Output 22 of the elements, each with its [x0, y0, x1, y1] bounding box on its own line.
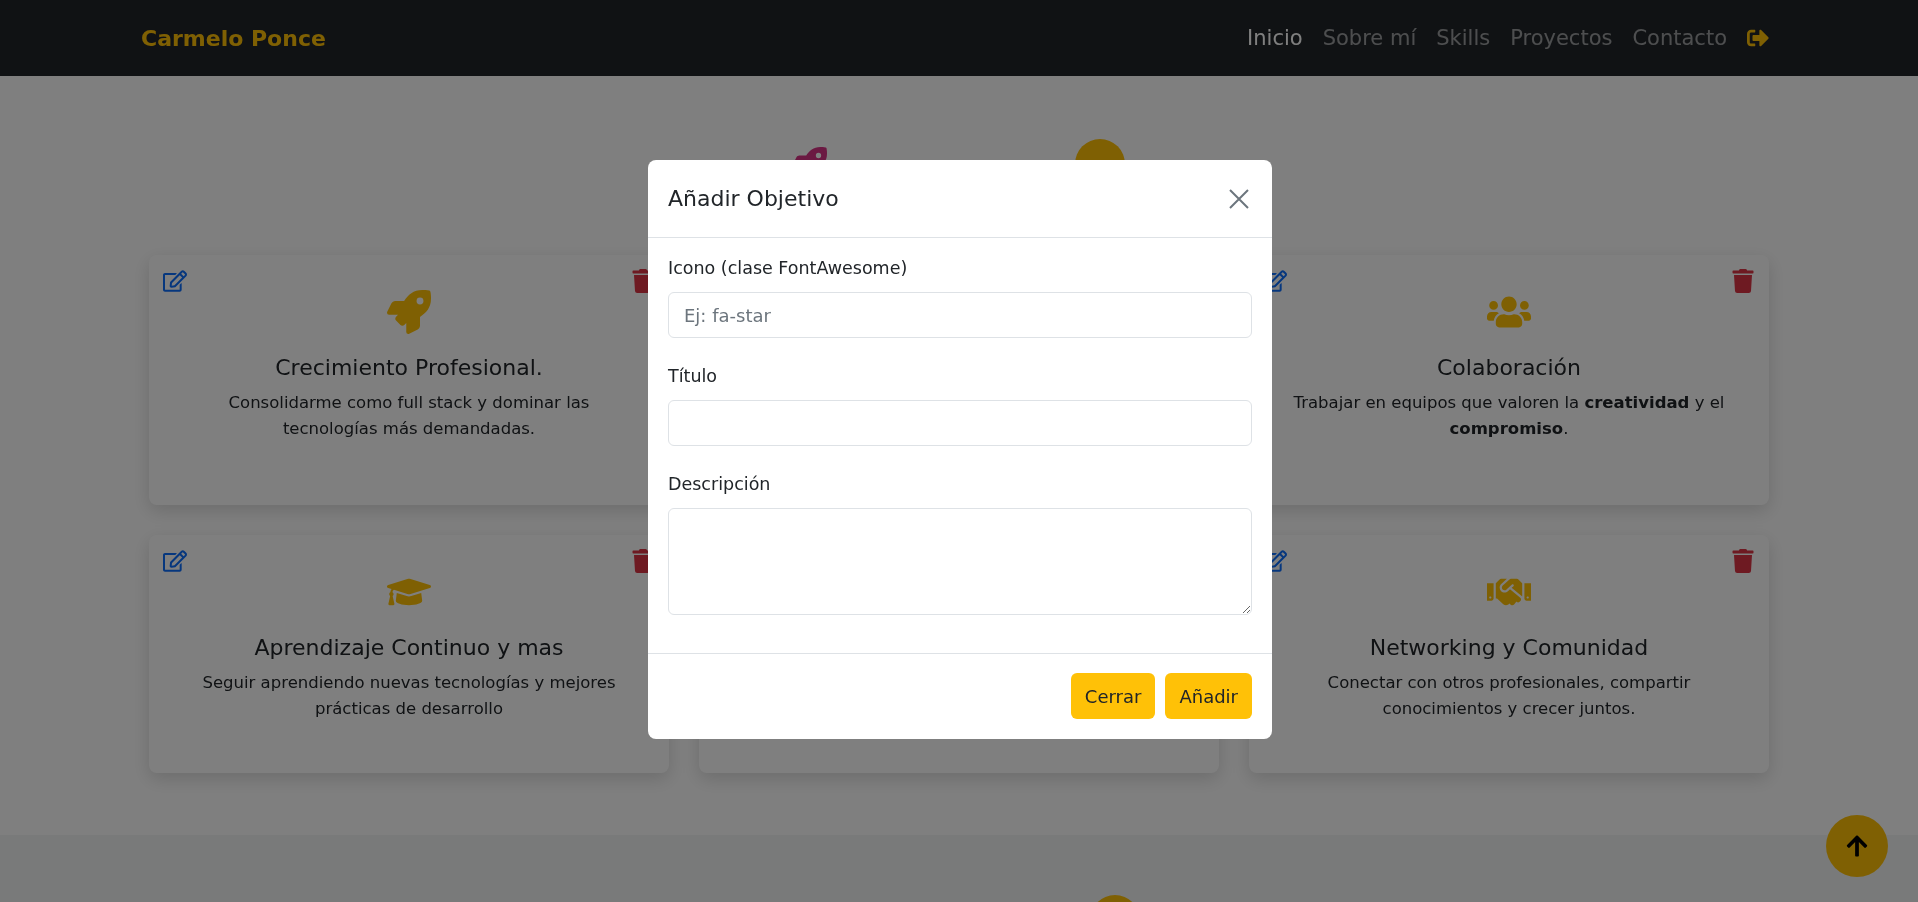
input-field[interactable] — [668, 400, 1252, 446]
card-description: Trabajar en equipos que valoren la creatividad y el compromiso. — [1292, 392, 1726, 441]
card-description: Seguir aprendiendo nuevas tecnologías y mejores prácticas de desarrollo — [201, 672, 617, 721]
card-title: Crecimiento Profesional. — [275, 355, 543, 380]
card-title: Colaboración — [1437, 355, 1581, 380]
card-title: Aprendizaje Continuo y mas — [254, 635, 564, 660]
arrow-up-icon — [1845, 834, 1869, 858]
brand[interactable]: Carmelo Ponce — [141, 25, 326, 51]
card-icon — [387, 287, 431, 337]
card-title: Networking y Comunidad — [1369, 635, 1649, 660]
logout-icon[interactable] — [1747, 27, 1769, 49]
input-field[interactable]: Ej: fa-star — [668, 292, 1252, 338]
card-description: Conectar con otros profesionales, compartir conocimientos y crecer juntos. — [1326, 672, 1692, 721]
field-label: Descripción — [668, 474, 772, 494]
nav-link[interactable]: Inicio — [1247, 26, 1303, 50]
description-field[interactable] — [668, 508, 1252, 615]
modal-button[interactable]: Añadir — [1165, 673, 1252, 719]
field-label: Icono (clase FontAwesome) — [668, 258, 909, 278]
card-description: Consolidarme como full stack y dominar las tecnologías más demandadas. — [227, 392, 591, 441]
field-label: Título — [668, 366, 719, 386]
modal-title: Añadir Objetivo — [668, 186, 839, 211]
modal-button[interactable]: Cerrar — [1070, 673, 1156, 719]
